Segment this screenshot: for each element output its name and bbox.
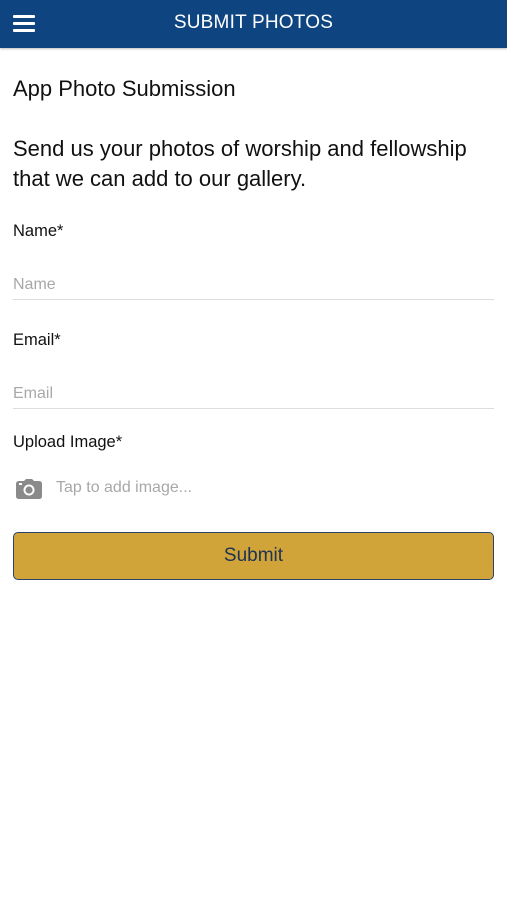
email-field-label: Email* [13, 331, 61, 349]
app-header: SUBMIT PHOTOS [0, 0, 507, 48]
form-heading: App Photo Submission [13, 76, 236, 101]
email-input[interactable] [13, 380, 494, 409]
camera-icon [16, 479, 42, 499]
form-intro-text: Send us your photos of worship and fello… [13, 136, 467, 191]
name-field-label: Name* [13, 222, 64, 240]
add-image-button[interactable]: Tap to add image... [13, 474, 494, 504]
submit-button[interactable]: Submit [13, 532, 494, 580]
page-title: SUBMIT PHOTOS [173, 12, 334, 33]
add-image-prompt: Tap to add image... [56, 479, 193, 496]
name-input[interactable] [13, 271, 494, 300]
upload-image-label: Upload Image* [13, 433, 123, 451]
